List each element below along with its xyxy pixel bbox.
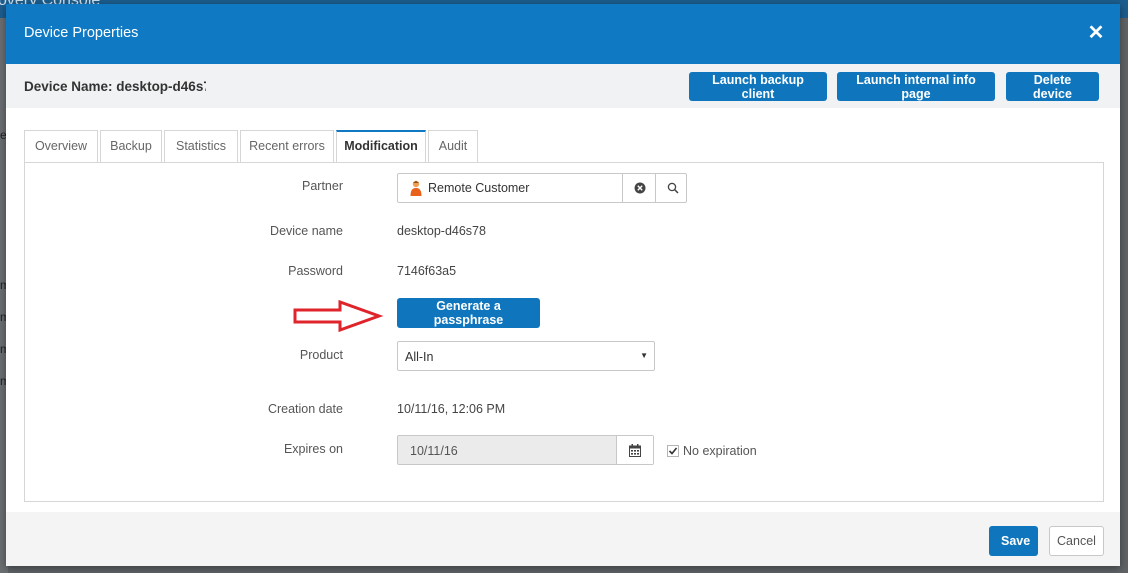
tab-modification[interactable]: Modification <box>336 130 426 164</box>
no-expiration-label: No expiration <box>683 444 757 458</box>
launch-internal-info-page-button[interactable]: Launch internal info page <box>837 72 995 101</box>
chevron-down-icon: ▼ <box>640 351 648 360</box>
checkmark-icon <box>668 447 678 455</box>
calendar-icon <box>629 443 641 457</box>
partner-input[interactable]: Remote Customer <box>398 174 622 202</box>
dialog-footer <box>6 512 1120 566</box>
calendar-button[interactable] <box>616 436 653 464</box>
product-label: Product <box>299 348 343 362</box>
cancel-button[interactable]: Cancel <box>1049 526 1104 556</box>
search-partner-button[interactable] <box>655 174 689 202</box>
password-label: Password <box>288 264 343 278</box>
person-icon <box>410 180 422 196</box>
password-value: 7146f63a5 <box>397 264 457 278</box>
tab-overview[interactable]: Overview <box>24 130 98 163</box>
device-properties-dialog: Device Properties ✕ Device Name: desktop… <box>6 4 1120 566</box>
save-button[interactable]: Save <box>989 526 1038 556</box>
red-arrow-annotation-icon <box>293 300 384 332</box>
delete-device-button[interactable]: Delete device <box>1006 72 1099 101</box>
dialog-titlebar: Device Properties ✕ <box>6 4 1120 64</box>
dialog-title: Device Properties <box>24 25 139 41</box>
generate-passphrase-button[interactable]: Generate a passphrase <box>397 298 540 328</box>
modification-panel: Partner Remote Customer Device name desk… <box>24 162 1104 502</box>
tab-recent-errors[interactable]: Recent errors <box>240 130 334 163</box>
expires-on-value: 10/11/16 <box>410 444 458 458</box>
expires-on-label: Expires on <box>283 442 343 456</box>
creation-date-label: Creation date <box>267 402 343 416</box>
clear-circle-icon <box>634 182 645 194</box>
creation-date-value: 10/11/16, 12:06 PM <box>397 402 506 416</box>
expires-on-input[interactable]: 10/11/16 <box>397 435 654 465</box>
no-expiration-checkbox[interactable] <box>667 445 679 457</box>
device-name-value: desktop-d46s78 <box>397 224 486 238</box>
close-icon[interactable]: ✕ <box>1086 23 1106 43</box>
partner-label: Partner <box>302 179 343 193</box>
device-name-field-label: Device name <box>270 224 343 238</box>
partner-value: Remote Customer <box>428 181 530 195</box>
device-name-label: Device Name: desktop-d46s78 <box>24 79 206 94</box>
device-name-bar: Device Name: desktop-d46s78 Launch backu… <box>6 64 1120 108</box>
tab-audit[interactable]: Audit <box>428 130 478 163</box>
product-select[interactable]: All-In ▼ <box>397 341 655 371</box>
launch-backup-client-button[interactable]: Launch backup client <box>689 72 827 101</box>
clear-partner-button[interactable] <box>622 174 656 202</box>
partner-field: Remote Customer <box>397 173 687 203</box>
tab-statistics[interactable]: Statistics <box>164 130 238 163</box>
tab-backup[interactable]: Backup <box>100 130 162 163</box>
product-selected-value: All-In <box>405 350 434 364</box>
search-icon <box>667 182 679 194</box>
